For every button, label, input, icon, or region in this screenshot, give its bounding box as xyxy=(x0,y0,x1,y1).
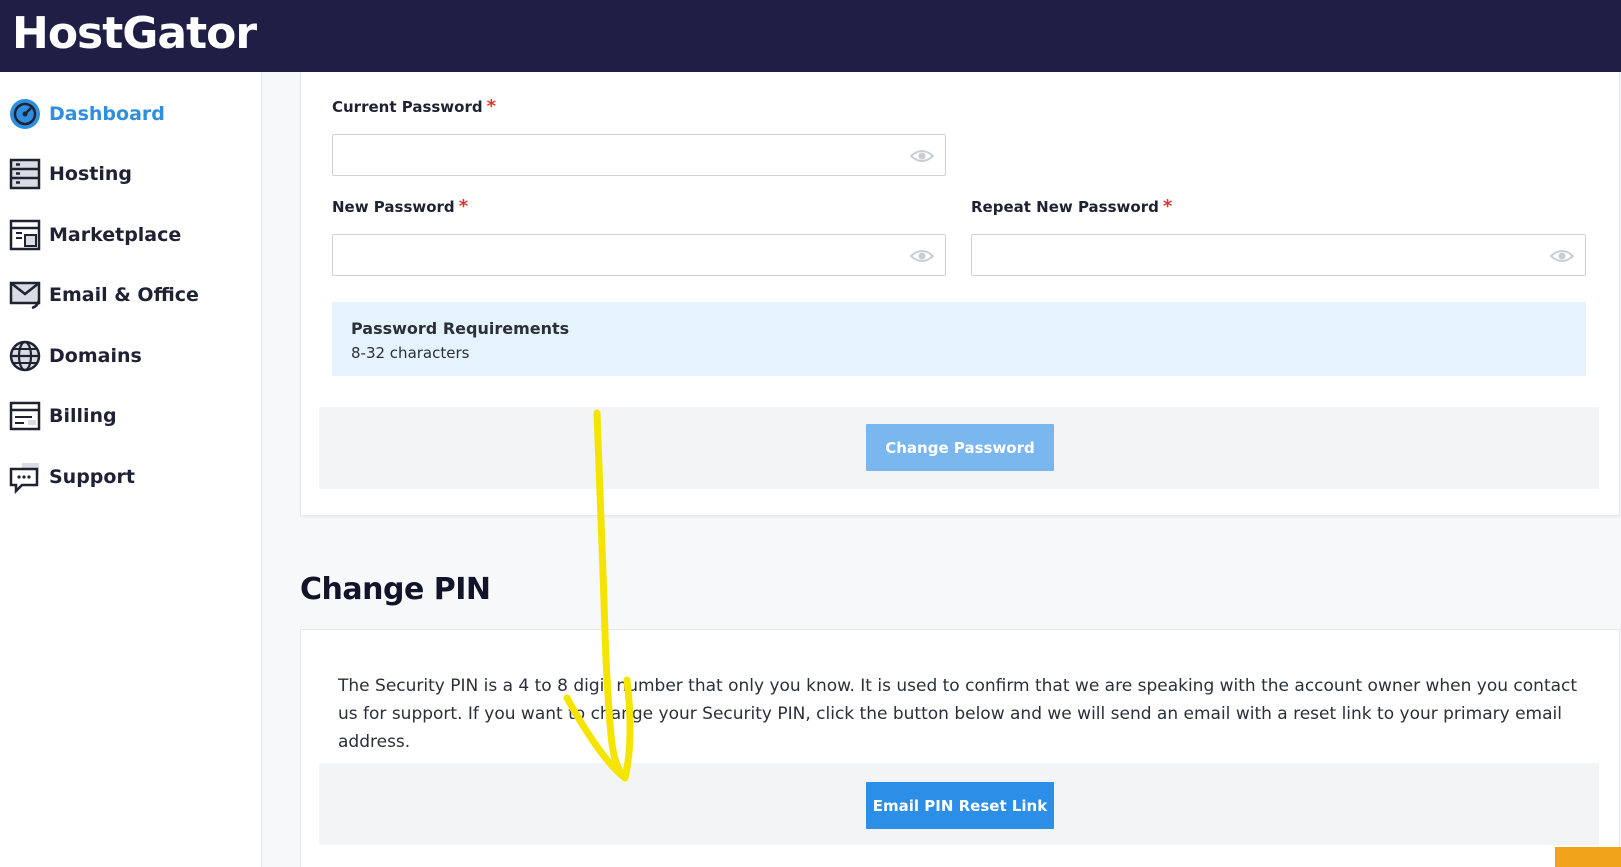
current-password-label-text: Current Password xyxy=(332,98,483,116)
change-pin-card: The Security PIN is a 4 to 8 digit numbe… xyxy=(300,629,1620,867)
sidebar-item-support[interactable]: Support xyxy=(0,455,262,499)
required-mark: * xyxy=(1162,196,1173,217)
change-pin-title: Change PIN xyxy=(300,572,491,607)
sidebar-item-dashboard[interactable]: Dashboard xyxy=(0,92,262,136)
sidebar-nav: Dashboard Hosting Marketplace Email & Of… xyxy=(0,72,262,867)
marketplace-layout-icon xyxy=(9,219,41,251)
new-password-input[interactable] xyxy=(333,235,945,275)
sidebar-item-label: Email & Office xyxy=(49,284,199,306)
change-password-card: Current Password * New Password * Repeat N… xyxy=(300,72,1620,516)
current-password-input[interactable] xyxy=(333,135,945,175)
sidebar-item-email-office[interactable]: Email & Office xyxy=(0,273,262,317)
sidebar-item-label: Billing xyxy=(49,405,117,427)
sidebar-item-label: Dashboard xyxy=(49,103,165,125)
new-password-field[interactable] xyxy=(332,234,946,276)
sidebar-item-domains[interactable]: Domains xyxy=(0,334,262,378)
current-password-field[interactable] xyxy=(332,134,946,176)
pin-description: The Security PIN is a 4 to 8 digit numbe… xyxy=(338,676,1578,752)
change-password-button[interactable]: Change Password xyxy=(866,424,1054,471)
repeat-password-field[interactable] xyxy=(971,234,1586,276)
required-mark: * xyxy=(486,96,497,117)
sidebar-item-hosting[interactable]: Hosting xyxy=(0,152,262,196)
top-header: HostGator xyxy=(0,0,1621,72)
support-chat-icon xyxy=(9,463,39,494)
billing-card-icon xyxy=(9,401,41,431)
repeat-password-input[interactable] xyxy=(972,235,1585,275)
dashboard-gauge-icon xyxy=(10,99,40,129)
new-password-label-text: New Password xyxy=(332,198,455,216)
repeat-password-label-text: Repeat New Password xyxy=(971,198,1159,216)
pin-action-bar: Email PIN Reset Link xyxy=(319,763,1599,845)
email-envelope-icon xyxy=(9,281,41,310)
show-password-eye-icon[interactable] xyxy=(1550,247,1574,265)
hosting-server-icon xyxy=(9,158,41,190)
required-mark: * xyxy=(458,196,469,217)
corner-chat-widget[interactable] xyxy=(1555,847,1621,867)
password-requirements-text: 8-32 characters xyxy=(351,344,470,362)
globe-icon xyxy=(9,340,41,372)
password-action-bar: Change Password xyxy=(319,407,1599,489)
sidebar-item-label: Domains xyxy=(49,345,142,367)
show-password-eye-icon[interactable] xyxy=(910,147,934,165)
sidebar-item-marketplace[interactable]: Marketplace xyxy=(0,213,262,257)
repeat-password-label: Repeat New Password * xyxy=(971,196,1172,217)
sidebar-item-billing[interactable]: Billing xyxy=(0,394,262,438)
sidebar-item-label: Hosting xyxy=(49,163,132,185)
sidebar-item-label: Marketplace xyxy=(49,224,182,246)
password-requirements-box: Password Requirements 8-32 characters xyxy=(332,302,1586,376)
sidebar-item-label: Support xyxy=(49,466,135,488)
current-password-label: Current Password * xyxy=(332,96,496,117)
new-password-label: New Password * xyxy=(332,196,468,217)
show-password-eye-icon[interactable] xyxy=(910,247,934,265)
hostgator-logo[interactable]: HostGator xyxy=(12,8,257,59)
main-content: Current Password * New Password * Repeat N… xyxy=(263,72,1621,867)
password-requirements-title: Password Requirements xyxy=(351,319,570,338)
email-pin-reset-link-button[interactable]: Email PIN Reset Link xyxy=(866,782,1054,829)
